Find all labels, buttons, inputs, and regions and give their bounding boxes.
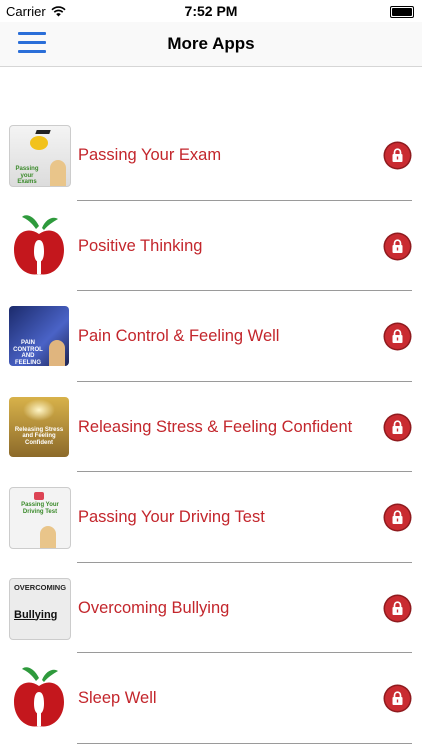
thumbnail-caption: Passing Your Driving Test (21, 502, 59, 515)
app-title: Passing Your Exam (78, 146, 222, 164)
thumbnail-caption: PAIN CONTROL AND FEELING WELL (13, 340, 43, 366)
battery-fill (392, 8, 412, 16)
app-title: Sleep Well (78, 689, 157, 707)
battery-icon (390, 6, 414, 18)
app-list-item[interactable]: Positive Thinking (0, 201, 422, 291)
pain-control-thumbnail: PAIN CONTROL AND FEELING WELL (9, 306, 69, 366)
page-title: More Apps (167, 34, 255, 53)
app-list-item[interactable]: Passing your Exams Passing Your Exam (0, 110, 422, 201)
app-title: Overcoming Bullying (78, 598, 230, 617)
app-title: Passing Your Driving Test (78, 508, 265, 526)
app-title: Releasing Stress & Feeling Confident (78, 417, 353, 436)
app-list-item[interactable]: PAIN CONTROL AND FEELING WELL Pain Contr… (0, 291, 422, 382)
more-apps-list: Passing your Exams Passing Your Exam Pos… (0, 110, 422, 744)
app-list-item[interactable]: Releasing Stress and Feeling Confident R… (0, 382, 422, 472)
lock-icon[interactable] (385, 505, 410, 530)
app-list-item[interactable]: OVERCOMING Bullying Overcoming Bullying (0, 563, 422, 653)
lock-icon[interactable] (385, 595, 410, 621)
lock-icon[interactable] (385, 414, 410, 440)
sleep-well-logo-icon (12, 666, 66, 730)
driving-test-thumbnail: Passing Your Driving Test (9, 487, 71, 549)
app-title: Pain Control & Feeling Well (78, 327, 280, 345)
lock-icon[interactable] (385, 324, 410, 349)
app-list-item[interactable]: Passing Your Driving Test Passing Your D… (0, 472, 422, 563)
lock-icon[interactable] (385, 233, 410, 259)
clock: 7:52 PM (184, 3, 238, 19)
positive-thinking-logo-icon (12, 214, 66, 278)
releasing-stress-thumbnail: Releasing Stress and Feeling Confident (9, 396, 69, 457)
thumbnail-caption: Passing your Exams (15, 166, 39, 186)
thumbnail-caption: OVERCOMING (13, 582, 67, 592)
thumbnail-caption: Releasing Stress and Feeling Confident (14, 426, 64, 446)
app-list-item[interactable]: Sleep Well (0, 653, 422, 744)
navigation-bar: More Apps (0, 22, 422, 67)
app-title: Positive Thinking (78, 236, 203, 255)
bullying-thumbnail: OVERCOMING Bullying (9, 577, 71, 640)
row-divider (77, 742, 412, 744)
exam-thumbnail: Passing your Exams (9, 125, 71, 187)
thumbnail-caption: Bullying (14, 608, 58, 621)
lock-icon[interactable] (385, 143, 410, 168)
status-bar: Carrier 7:52 PM (0, 0, 422, 22)
lock-icon[interactable] (385, 686, 410, 711)
